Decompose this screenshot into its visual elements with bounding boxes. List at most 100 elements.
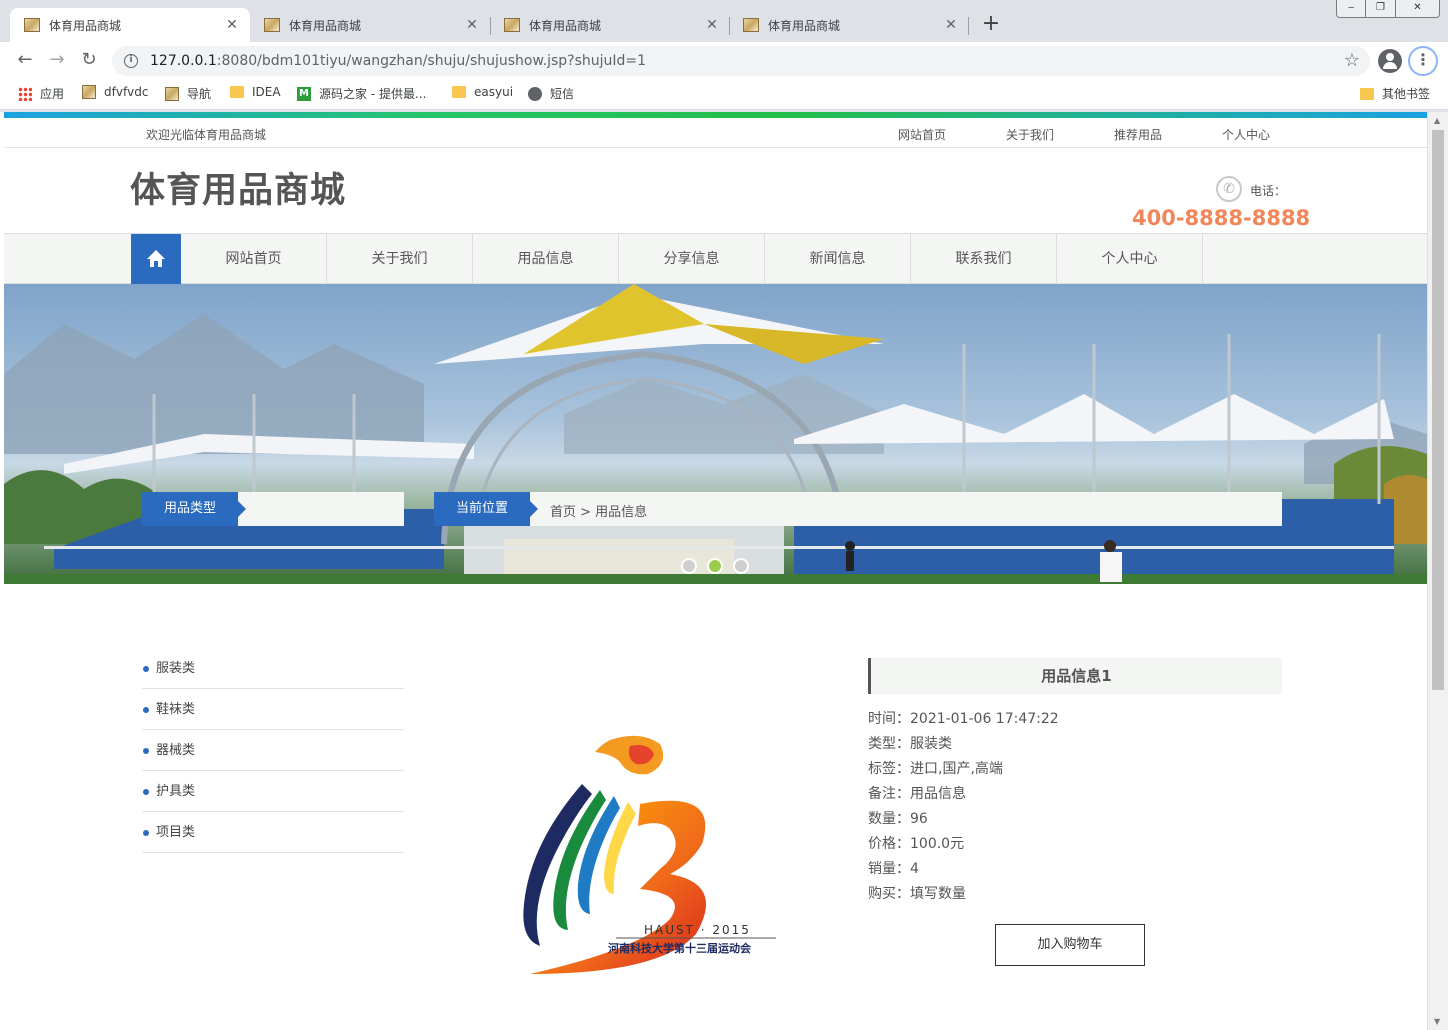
welcome-text: 欢迎光临体育用品商城 [146, 128, 267, 142]
bookmark-sms[interactable]: 短信 [528, 85, 574, 102]
m-logo-icon: M [297, 86, 311, 101]
close-window-button[interactable]: ✕ [1396, 0, 1440, 18]
page-favicon-icon [264, 18, 280, 32]
page-favicon-icon [743, 18, 759, 32]
category-sidebar-header: 用品类型 [142, 492, 404, 526]
category-item[interactable]: 服装类 [142, 648, 404, 689]
field-tags: 标签：进口,国产,高端 [868, 761, 1003, 777]
bookmark-label: 短信 [550, 87, 575, 101]
apps-icon [18, 86, 32, 101]
minimize-button[interactable]: ‒ [1336, 0, 1366, 18]
banner-carousel[interactable] [4, 284, 1427, 584]
breadcrumb-path[interactable]: 首页 > 用品信息 [550, 501, 647, 520]
bookmark-easyui[interactable]: easyui [452, 85, 513, 99]
nav-news[interactable]: 新闻信息 [765, 234, 911, 284]
category-item[interactable]: 器械类 [142, 730, 404, 771]
kebab-menu-icon[interactable]: ⋮ [1408, 46, 1438, 76]
bookmark-label: 其他书签 [1382, 87, 1431, 101]
new-tab-button[interactable]: + [980, 13, 1002, 36]
browser-tab-3[interactable]: 体育用品商城 ✕ [490, 8, 730, 42]
bookmark-label: 导航 [187, 87, 212, 101]
info-icon[interactable]: i [124, 54, 138, 68]
field-type: 类型：服装类 [868, 736, 952, 752]
globe-icon [528, 86, 542, 101]
phone-label: 电话： [1250, 184, 1287, 198]
category-item[interactable]: 项目类 [142, 812, 404, 853]
carousel-dot-3[interactable] [733, 558, 749, 574]
window-controls: ‒ ❐ ✕ [1336, 0, 1440, 18]
page-favicon-icon [24, 18, 40, 32]
back-button[interactable]: ← [14, 49, 36, 71]
browser-tab-1[interactable]: 体育用品商城 ✕ [10, 8, 250, 42]
tab-separator [968, 17, 969, 35]
close-icon[interactable]: ✕ [702, 17, 722, 33]
close-icon[interactable]: ✕ [462, 17, 482, 33]
bookmark-apps[interactable]: 应用 [18, 85, 64, 102]
reload-button[interactable]: ↻ [78, 49, 100, 71]
top-bar: 欢迎光临体育用品商城 网站首页 关于我们 推荐用品 个人中心 [4, 118, 1427, 148]
browser-chrome: 体育用品商城 ✕ 体育用品商城 ✕ 体育用品商城 ✕ 体育用品商城 ✕ + ‒ … [0, 0, 1448, 112]
bookmark-dfvfvdc[interactable]: dfvfvdc [82, 85, 148, 99]
folder-icon [452, 86, 466, 98]
nav-share[interactable]: 分享信息 [619, 234, 765, 284]
bookmark-nav[interactable]: 导航 [165, 85, 211, 102]
nav-profile[interactable]: 个人中心 [1057, 234, 1203, 284]
scroll-up-icon[interactable]: ▲ [1434, 116, 1440, 125]
site-title: 体育用品商城 [130, 171, 347, 211]
bookmark-label: IDEA [252, 85, 281, 99]
tab-title: 体育用品商城 [529, 18, 602, 33]
nav-home[interactable]: 网站首页 [181, 234, 327, 284]
top-link-profile[interactable]: 个人中心 [1222, 126, 1270, 143]
bookmark-yuanma[interactable]: M 源码之家 - 提供最... [297, 85, 426, 102]
top-link-recommend[interactable]: 推荐用品 [1114, 126, 1162, 143]
browser-tab-4[interactable]: 体育用品商城 ✕ [729, 8, 969, 42]
page-scrollbar[interactable]: ▲ ▼ [1427, 112, 1448, 1030]
page-favicon-icon [504, 18, 520, 32]
close-icon[interactable]: ✕ [941, 17, 961, 33]
logo-text-en: HAUST · 2015 [644, 923, 751, 937]
nav-contact[interactable]: 联系我们 [911, 234, 1057, 284]
bookmark-idea[interactable]: IDEA [230, 85, 281, 99]
close-icon[interactable]: ✕ [222, 17, 242, 33]
breadcrumb-label: 当前位置 [434, 492, 538, 526]
category-heading: 用品类型 [142, 492, 246, 526]
field-price: 价格：100.0元 [868, 836, 965, 852]
profile-avatar-icon[interactable] [1378, 49, 1402, 73]
maximize-button[interactable]: ❐ [1366, 0, 1396, 18]
url-host: 127.0.0.1 [150, 53, 217, 69]
carousel-dot-2[interactable] [707, 558, 723, 574]
star-icon[interactable]: ☆ [1344, 50, 1360, 71]
browser-tab-2[interactable]: 体育用品商城 ✕ [250, 8, 490, 42]
top-link-about[interactable]: 关于我们 [1006, 126, 1054, 143]
breadcrumb: 当前位置 首页 > 用品信息 [434, 492, 1282, 526]
scroll-down-icon[interactable]: ▼ [1434, 1017, 1440, 1026]
field-quantity: 数量：96 [868, 811, 928, 827]
tab-title: 体育用品商城 [768, 18, 841, 33]
folder-icon [230, 86, 244, 98]
logo-text-cn: 河南科技大学第十三届运动会 [608, 941, 752, 955]
tab-title: 体育用品商城 [49, 18, 122, 33]
product-title: 用品信息1 [868, 658, 1282, 694]
home-button[interactable] [131, 234, 181, 284]
category-item[interactable]: 鞋袜类 [142, 689, 404, 730]
page-favicon-icon [165, 86, 179, 101]
tab-title: 体育用品商城 [289, 18, 362, 33]
carousel-dot-1[interactable] [681, 558, 697, 574]
bookmark-label: 源码之家 - 提供最... [319, 87, 427, 101]
url-path: :8080/bdm101tiyu/wangzhan/shuju/shujusho… [216, 53, 647, 69]
field-sales: 销量：4 [868, 861, 919, 877]
scroll-thumb[interactable] [1432, 130, 1444, 690]
field-buy-quantity[interactable]: 购买：填写数量 [868, 883, 966, 903]
forward-button[interactable]: → [46, 49, 68, 71]
browser-toolbar: ← → ↻ i 127.0.0.1:8080/bdm101tiyu/wangzh… [0, 42, 1448, 78]
phone-number: 400-8888-8888 [1132, 206, 1311, 230]
tab-strip: 体育用品商城 ✕ 体育用品商城 ✕ 体育用品商城 ✕ 体育用品商城 ✕ + ‒ … [0, 0, 1448, 42]
nav-products[interactable]: 用品信息 [473, 234, 619, 284]
top-link-home[interactable]: 网站首页 [898, 126, 946, 143]
nav-about[interactable]: 关于我们 [327, 234, 473, 284]
address-bar[interactable]: i 127.0.0.1:8080/bdm101tiyu/wangzhan/shu… [112, 46, 1370, 76]
add-to-cart-button[interactable]: 加入购物车 [995, 924, 1145, 966]
product-image: HAUST · 2015 河南科技大学第十三届运动会 [520, 734, 782, 978]
other-bookmarks[interactable]: 其他书签 [1360, 85, 1430, 102]
category-item[interactable]: 护具类 [142, 771, 404, 812]
